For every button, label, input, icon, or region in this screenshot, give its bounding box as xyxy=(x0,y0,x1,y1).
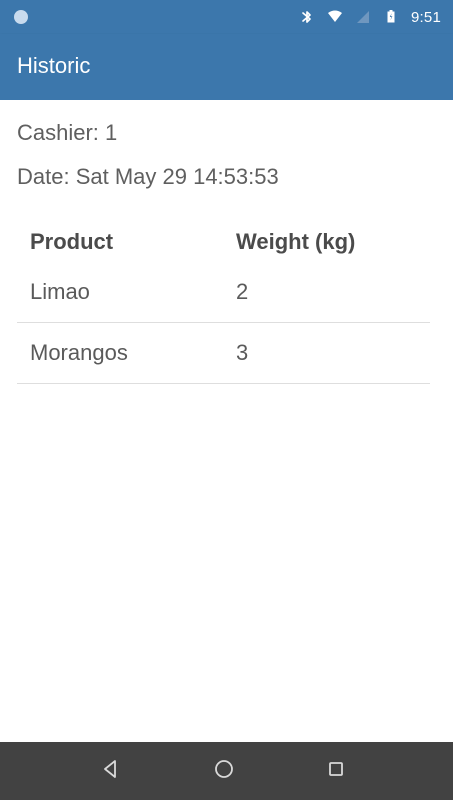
product-cell: Limao xyxy=(30,279,90,304)
page-title: Historic xyxy=(17,53,91,78)
recents-button[interactable] xyxy=(324,759,348,783)
cashier-text: Cashier: 1 xyxy=(17,120,118,145)
product-column-header: Product xyxy=(30,229,114,254)
status-right-group: 9:51 xyxy=(299,0,441,34)
recents-icon xyxy=(324,757,348,786)
status-bar: 9:51 xyxy=(0,0,453,34)
system-navigation-bar xyxy=(0,742,453,800)
date-text: Date: Sat May 29 14:53:53 xyxy=(17,164,279,189)
historic-content: Cashier: 1 Date: Sat May 29 14:53:53 Pro… xyxy=(0,100,453,742)
back-icon xyxy=(99,757,123,786)
table-row: Morangos 3 xyxy=(17,323,430,384)
home-icon xyxy=(212,757,236,786)
weight-cell: 3 xyxy=(236,340,249,365)
app-toolbar: Historic xyxy=(0,34,453,100)
table-header: Product Weight (kg) xyxy=(17,222,430,262)
status-time: 9:51 xyxy=(411,8,441,26)
battery-icon xyxy=(383,9,399,25)
home-button[interactable] xyxy=(212,759,236,783)
wifi-icon xyxy=(327,9,343,25)
product-weight-table: Product Weight (kg) Limao 2 Morangos 3 xyxy=(17,222,430,384)
bluetooth-icon xyxy=(299,9,315,25)
status-dot-icon xyxy=(14,10,28,24)
weight-column-header: Weight (kg) xyxy=(236,229,356,254)
weight-cell: 2 xyxy=(236,279,249,304)
back-button[interactable] xyxy=(99,759,123,783)
product-cell: Morangos xyxy=(30,340,128,365)
table-row: Limao 2 xyxy=(17,262,430,323)
signal-icon xyxy=(355,9,371,25)
